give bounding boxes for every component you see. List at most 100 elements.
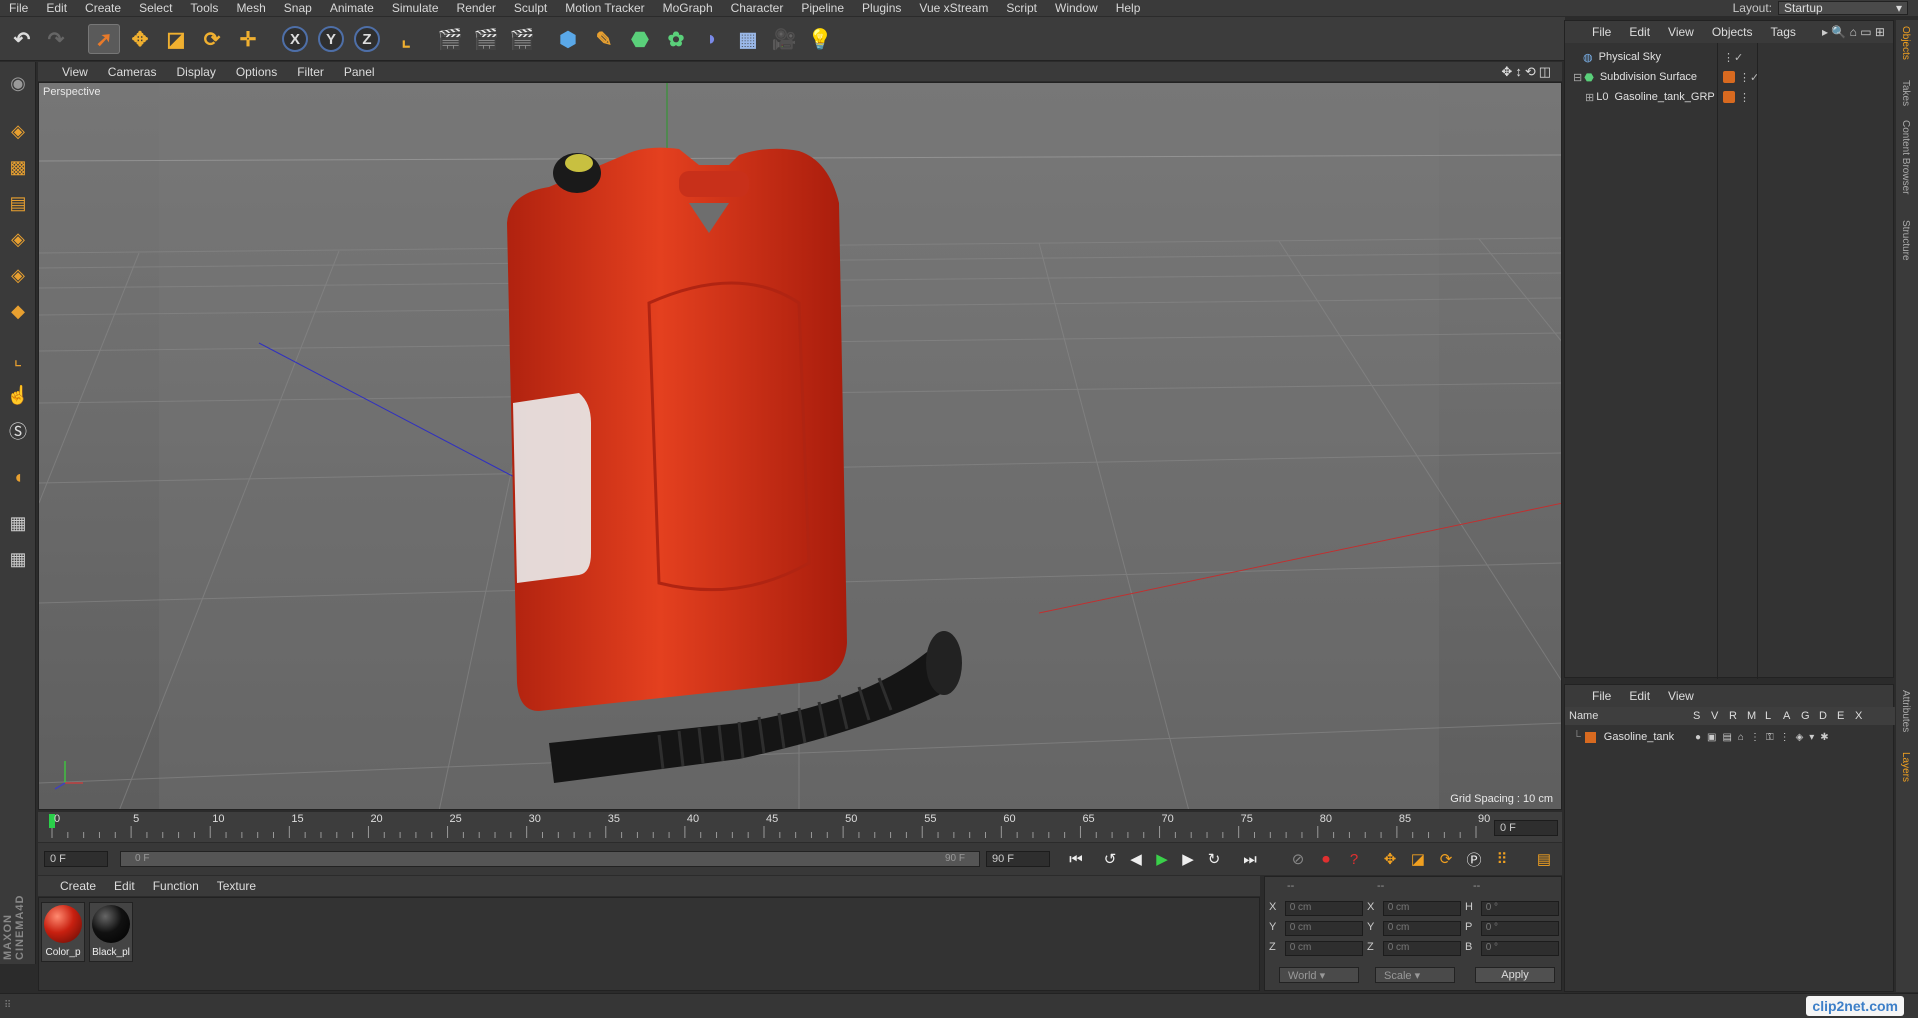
layer-color-swatch[interactable] [1584, 731, 1596, 743]
viewport-menu-display[interactable]: Display [166, 65, 225, 79]
menu-create[interactable]: Create [76, 0, 130, 16]
object-row-subdivision-surface[interactable]: ⊟ ⬣ Subdivision Surface ⋮✓ [1565, 67, 1895, 87]
lm-menu-file[interactable]: File [1583, 689, 1620, 703]
menu-help[interactable]: Help [1107, 0, 1150, 16]
3d-viewport[interactable]: Perspective Grid Spacing : 10 cm [38, 82, 1562, 810]
menu-sculpt[interactable]: Sculpt [505, 0, 556, 16]
tab-attributes[interactable]: Attributes [1900, 690, 1911, 732]
workplane-icon[interactable]: ▤ [3, 188, 33, 218]
keyframe-selection-icon[interactable]: ? [1342, 847, 1366, 871]
snap-icon[interactable]: Ⓢ [3, 416, 33, 446]
expand-icon[interactable]: ⊞ [1585, 91, 1594, 104]
viewport-menu-options[interactable]: Options [226, 65, 287, 79]
pos-y-field[interactable]: 0 cm [1284, 921, 1363, 936]
layer-toggle-icons[interactable]: ●▣▤⌂⋮⚿⋮◈▾✱ [1695, 732, 1835, 743]
texture-mode-icon[interactable]: ▩ [3, 152, 33, 182]
y-axis-lock-button[interactable]: Y [318, 26, 344, 52]
render-picture-viewer-icon[interactable]: 🎬 [470, 24, 502, 54]
key-point-level-icon[interactable]: ⠿ [1490, 847, 1514, 871]
key-parameter-icon[interactable]: Ⓟ [1462, 847, 1486, 871]
coordinate-mode-dropdown[interactable]: World ▾ [1279, 967, 1359, 983]
menu-mograph[interactable]: MoGraph [654, 0, 722, 16]
coordinate-system-icon[interactable]: ⌞ [390, 24, 422, 54]
rot-p-field[interactable]: 0 ° [1480, 921, 1559, 936]
play-icon[interactable]: ▶ [1150, 847, 1174, 871]
menu-tools[interactable]: Tools [181, 0, 227, 16]
menu-simulate[interactable]: Simulate [383, 0, 448, 16]
lm-menu-edit[interactable]: Edit [1620, 689, 1659, 703]
menu-file[interactable]: File [0, 0, 37, 16]
menu-select[interactable]: Select [130, 0, 181, 16]
menu-render[interactable]: Render [448, 0, 505, 16]
timeline-ruler[interactable]: 0 5 10 15 20 25 30 35 40 45 50 55 60 65 70 75 80 85 90 0 F [38, 812, 1562, 842]
tab-content-browser[interactable]: Content Browser [1900, 120, 1911, 194]
edges-mode-icon[interactable]: ◈ [3, 260, 33, 290]
record-active-objects-icon[interactable]: ⊘ [1286, 847, 1310, 871]
om-menu-view[interactable]: View [1659, 25, 1703, 39]
menu-plugins[interactable]: Plugins [853, 0, 910, 16]
size-mode-dropdown[interactable]: Scale ▾ [1375, 967, 1455, 983]
tab-layers[interactable]: Layers [1900, 752, 1911, 782]
material-menu-texture[interactable]: Texture [208, 879, 265, 893]
planar-workplane-icon[interactable]: ▦ [3, 544, 33, 574]
tab-takes[interactable]: Takes [1900, 80, 1911, 106]
model-mode-icon[interactable]: ◈ [3, 116, 33, 146]
pos-x-field[interactable]: 0 cm [1284, 901, 1363, 916]
menu-window[interactable]: Window [1046, 0, 1107, 16]
pos-z-field[interactable]: 0 cm [1284, 941, 1363, 956]
tweak-mode-icon[interactable]: ☝ [3, 380, 33, 410]
lm-menu-view[interactable]: View [1659, 689, 1703, 703]
om-menu-objects[interactable]: Objects [1703, 25, 1762, 39]
material-menu-edit[interactable]: Edit [105, 879, 144, 893]
viewport-menu-cameras[interactable]: Cameras [98, 65, 167, 79]
goto-end-icon[interactable]: ⏭ [1238, 847, 1262, 871]
subdivision-surface-icon[interactable]: ⬣ [624, 24, 656, 54]
undo-icon[interactable]: ↶ [6, 24, 38, 54]
size-y-field[interactable]: 0 cm [1382, 921, 1461, 936]
object-row-gasoline-tank-grp[interactable]: ⊞ L0 Gasoline_tank_GRP ⋮ [1565, 87, 1895, 107]
rot-b-field[interactable]: 0 ° [1480, 941, 1559, 956]
key-rotation-icon[interactable]: ⟳ [1434, 847, 1458, 871]
layer-color-tag[interactable] [1723, 91, 1735, 103]
start-frame-field[interactable]: 0 F [44, 851, 108, 867]
rotate-tool-icon[interactable]: ⟳ [196, 24, 228, 54]
redo-icon[interactable]: ↷ [40, 24, 72, 54]
timeline-window-icon[interactable]: ▤ [1532, 847, 1556, 871]
pen-spline-icon[interactable]: ✎ [588, 24, 620, 54]
apply-button[interactable]: Apply [1475, 967, 1555, 983]
visibility-dots-icon[interactable]: ⋮ [1739, 91, 1750, 104]
viewport-navigation-icons[interactable]: ✥↕⟲◫ [1501, 64, 1554, 80]
size-x-field[interactable]: 0 cm [1382, 901, 1461, 916]
polygons-mode-icon[interactable]: ◆ [3, 296, 33, 326]
om-menu-edit[interactable]: Edit [1620, 25, 1659, 39]
floor-scene-icon[interactable]: ▦ [732, 24, 764, 54]
layer-color-tag[interactable] [1723, 71, 1735, 83]
menu-pipeline[interactable]: Pipeline [792, 0, 853, 16]
viewport-menu-filter[interactable]: Filter [287, 65, 334, 79]
deformer-icon[interactable]: ◗ [696, 24, 728, 54]
locked-workplane-icon[interactable]: ▦ [3, 508, 33, 538]
x-axis-lock-button[interactable]: X [282, 26, 308, 52]
points-mode-icon[interactable]: ◈ [3, 224, 33, 254]
axis-mode-icon[interactable]: ⌞ [3, 344, 33, 374]
autokeying-icon[interactable]: ⏺ [1314, 847, 1338, 871]
render-view-icon[interactable]: 🎬 [434, 24, 466, 54]
resize-grip-icon[interactable]: ⠿ [4, 1000, 11, 1011]
viewport-menu-panel[interactable]: Panel [334, 65, 385, 79]
z-axis-lock-button[interactable]: Z [354, 26, 380, 52]
live-selection-icon[interactable]: ➚ [88, 24, 120, 54]
collapse-icon[interactable]: ⊟ [1573, 71, 1582, 84]
camera-icon[interactable]: 🎥 [768, 24, 800, 54]
scale-tool-icon[interactable]: ◪ [160, 24, 192, 54]
next-key-icon[interactable]: ↻ [1202, 847, 1226, 871]
magnet-icon[interactable]: ◖ [3, 462, 33, 492]
menu-script[interactable]: Script [997, 0, 1046, 16]
tab-structure[interactable]: Structure [1900, 220, 1911, 261]
size-z-field[interactable]: 0 cm [1382, 941, 1461, 956]
om-search-home-icons[interactable]: ▸ 🔍 ⌂ ▭ ⊞ [1822, 25, 1885, 39]
frame-range-slider[interactable]: 0 F 90 F [120, 851, 980, 867]
viewport-menu-view[interactable]: View [38, 65, 98, 79]
layout-dropdown[interactable]: Startup ▾ [1778, 1, 1908, 15]
previous-key-icon[interactable]: ↺ [1098, 847, 1122, 871]
rot-h-field[interactable]: 0 ° [1480, 901, 1559, 916]
